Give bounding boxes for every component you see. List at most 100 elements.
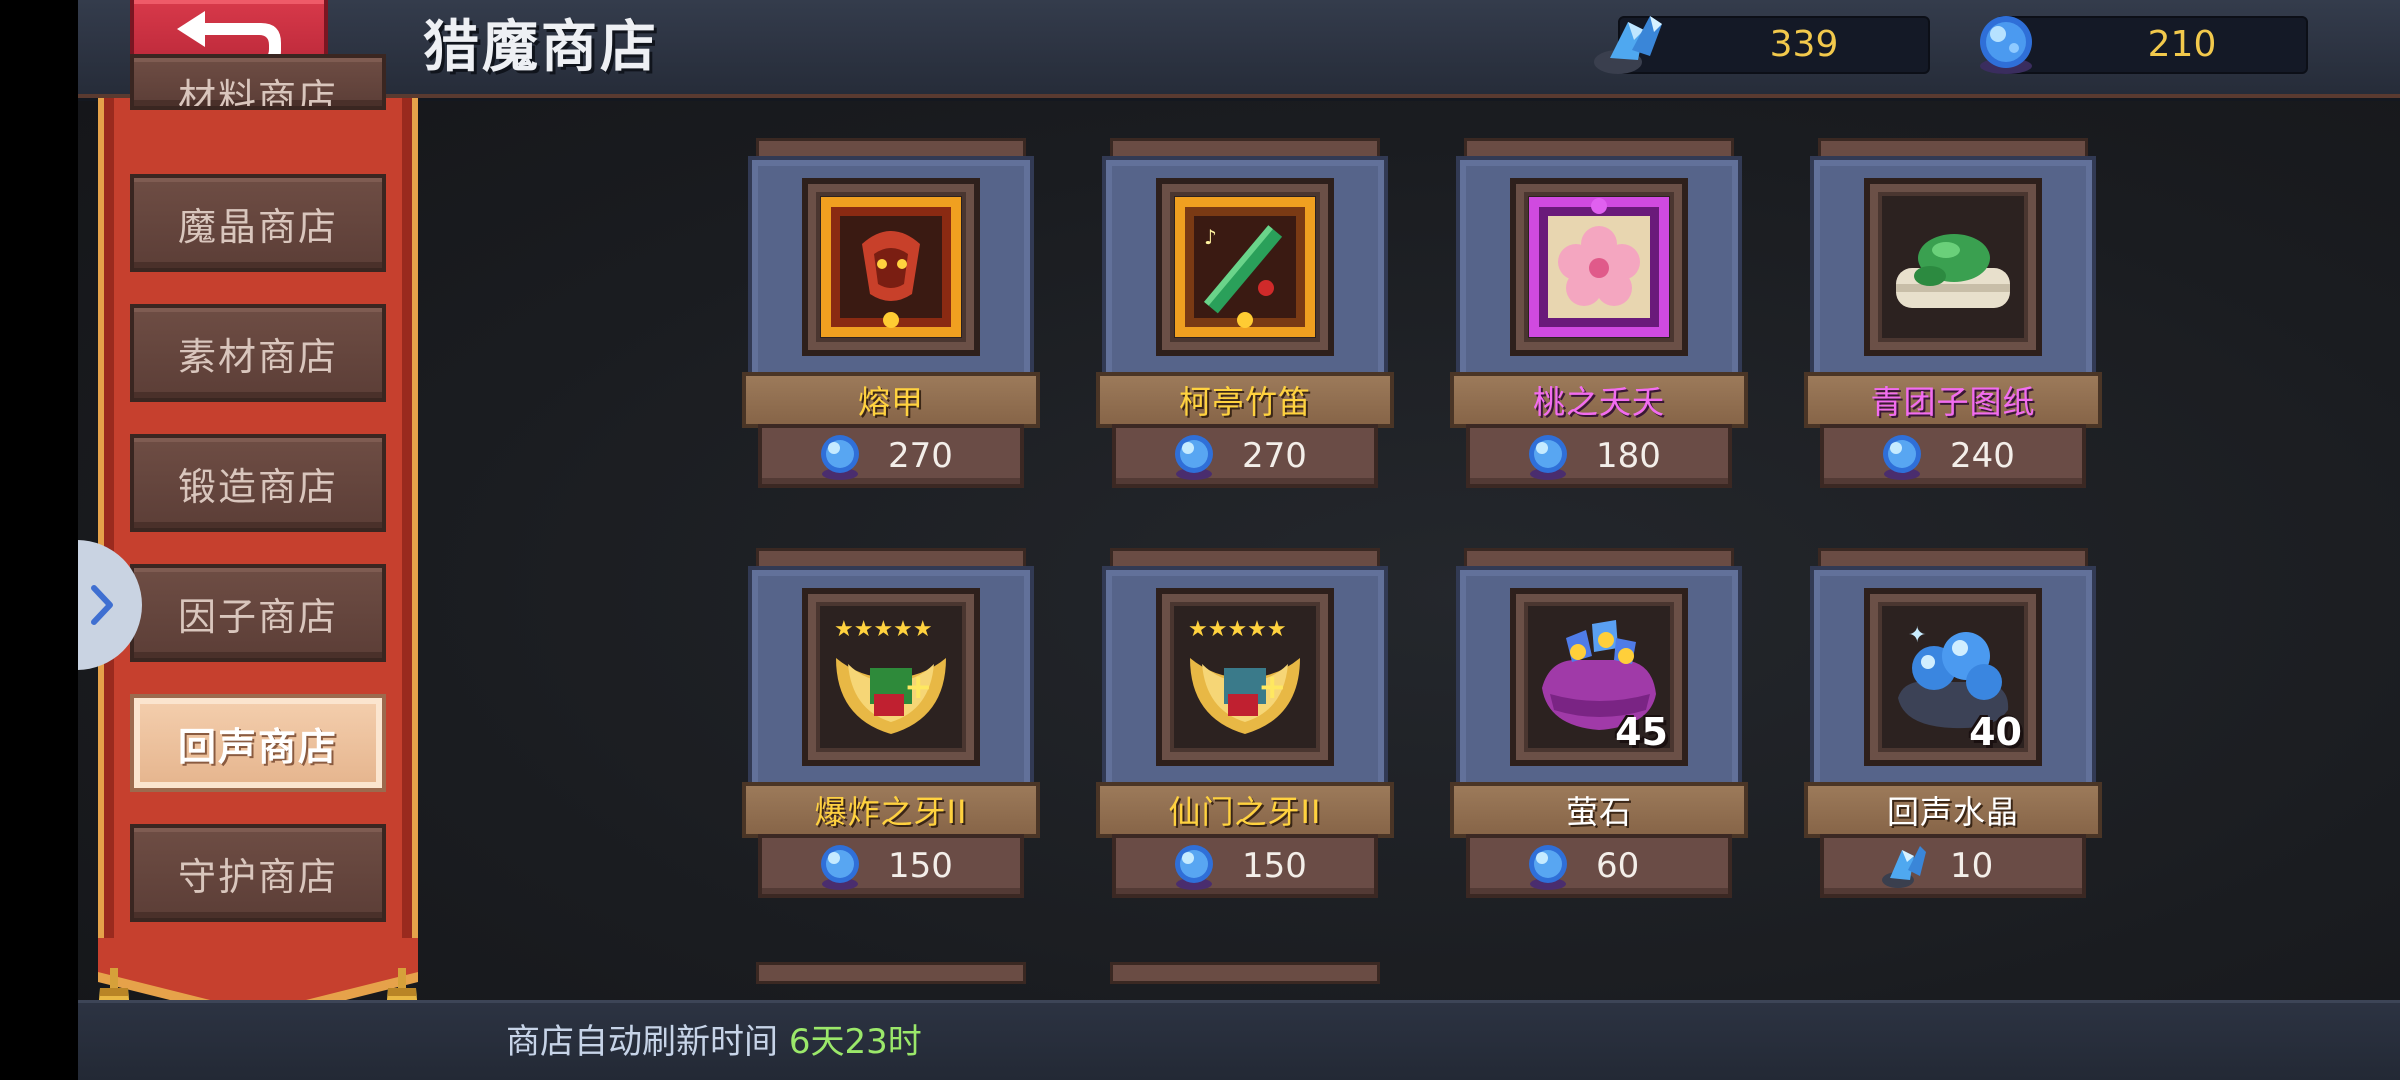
shop-item-card[interactable]: 桃之夭夭 180	[1450, 138, 1748, 498]
buy-button[interactable]: 240	[1820, 424, 2086, 488]
blue-orb-icon	[1529, 845, 1567, 890]
blue-orb-icon	[821, 845, 859, 890]
menu-item-guardian-shop[interactable]: 守护商店	[130, 824, 386, 922]
explosion-fang-badge-icon: ★★★★★ +	[834, 617, 946, 734]
bamboo-flute-icon: ♪	[1175, 197, 1315, 337]
menu-item-material-shop[interactable]: 素材商店	[130, 304, 386, 402]
blue-crystal-icon	[1882, 846, 1926, 888]
item-name-bar: 仙门之牙II	[1096, 782, 1394, 838]
next-row-card-cap	[756, 962, 1026, 984]
item-name-bar: 萤石	[1450, 782, 1748, 838]
shop-item-card[interactable]: 熔甲 270	[742, 138, 1040, 498]
shop-item-card[interactable]: 青团子图纸 240	[1804, 138, 2102, 498]
item-frame: ♪	[1156, 178, 1334, 356]
item-price: 240	[1950, 436, 2015, 476]
item-price: 150	[1242, 846, 1307, 886]
item-name-bar: 爆炸之牙II	[742, 782, 1040, 838]
svg-text:♪: ♪	[1204, 225, 1217, 249]
blue-crystal-icon	[1594, 16, 1662, 74]
item-quantity: 40	[1969, 710, 2022, 754]
green-dumpling-scroll-icon	[1896, 234, 2010, 308]
shop-item-card[interactable]: 45 萤石 60	[1450, 548, 1748, 908]
item-frame: 45	[1510, 588, 1688, 766]
top-bar: 猎魔商店 339 210	[78, 0, 2400, 98]
svg-text:★★★★★: ★★★★★	[1188, 617, 1287, 642]
page-title: 猎魔商店	[423, 15, 659, 80]
immortal-gate-fang-badge-icon: ★★★★★ +	[1188, 617, 1300, 734]
menu-item-label: 材料商店	[177, 76, 338, 110]
buy-button[interactable]: 150	[1112, 834, 1378, 898]
menu-item-label: 魔晶商店	[177, 204, 338, 249]
next-row-card-cap	[1110, 962, 1380, 984]
peach-blossom-icon	[1529, 197, 1669, 337]
blue-orb-icon	[1529, 435, 1567, 480]
buy-button[interactable]: 10	[1820, 834, 2086, 898]
item-name: 熔甲	[857, 383, 924, 421]
item-name: 萤石	[1565, 793, 1632, 831]
item-name: 青团子图纸	[1870, 383, 2036, 421]
blue-orb-icon	[821, 435, 859, 480]
svg-text:+: +	[1258, 667, 1287, 707]
menu-item-echo-shop[interactable]: 回声商店	[130, 694, 386, 792]
item-frame	[802, 178, 980, 356]
shop-item-card[interactable]: ✦ 40 回声水晶 10	[1804, 548, 2102, 908]
item-name-bar: 柯亭竹笛	[1096, 372, 1394, 428]
crystal-currency-counter: 339	[1594, 16, 1930, 74]
chevron-right-icon	[91, 585, 113, 625]
molten-armor-icon	[821, 197, 961, 337]
buy-button[interactable]: 180	[1466, 424, 1732, 488]
buy-button[interactable]: 270	[758, 424, 1024, 488]
menu-item-materials[interactable]: 材料商店	[130, 54, 386, 110]
menu-item-magic-crystal-shop[interactable]: 魔晶商店	[130, 174, 386, 272]
orb-currency-counter: 210	[1980, 16, 2308, 74]
item-quantity: 45	[1615, 710, 1668, 754]
menu-item-factor-shop[interactable]: 因子商店	[130, 564, 386, 662]
item-price: 60	[1596, 846, 1640, 886]
bottom-bar: 商店自动刷新时间 6天23时	[78, 1000, 2400, 1080]
item-name: 柯亭竹笛	[1178, 383, 1311, 421]
blue-orb-icon	[1175, 845, 1213, 890]
buy-button[interactable]: 150	[758, 834, 1024, 898]
buy-button[interactable]: 270	[1112, 424, 1378, 488]
item-name-bar: 熔甲	[742, 372, 1040, 428]
menu-item-label: 锻造商店	[177, 464, 338, 509]
shop-item-card[interactable]: ★★★★★ + 仙门之牙II 150	[1096, 548, 1394, 908]
item-price: 270	[888, 436, 953, 476]
svg-text:+: +	[904, 667, 933, 707]
refresh-label: 商店自动刷新时间	[506, 1022, 778, 1062]
item-price: 10	[1950, 846, 1994, 886]
item-name: 爆炸之牙II	[814, 793, 968, 831]
menu-item-label: 守护商店	[177, 854, 338, 899]
item-frame: ✦ 40	[1864, 588, 2042, 766]
blue-orb-icon	[1883, 435, 1921, 480]
item-name: 仙门之牙II	[1168, 793, 1322, 831]
menu-item-label: 回声商店	[177, 724, 338, 769]
item-frame: ★★★★★ +	[1156, 588, 1334, 766]
item-price: 150	[888, 846, 953, 886]
blue-orb-icon	[1980, 16, 2032, 74]
item-name: 桃之夭夭	[1532, 383, 1665, 421]
shop-item-card[interactable]: ♪ 柯亭竹笛 270	[1096, 138, 1394, 498]
menu-item-label: 素材商店	[177, 334, 338, 379]
screen: 猎魔商店 339 210 材料商店 魔晶商店 素材商店 锻造商店 因子商店 回声…	[0, 0, 2400, 1080]
item-price: 180	[1596, 436, 1661, 476]
item-name: 回声水晶	[1886, 793, 2019, 831]
menu-item-forge-shop[interactable]: 锻造商店	[130, 434, 386, 532]
item-name-bar: 青团子图纸	[1804, 372, 2102, 428]
item-frame: ★★★★★ +	[802, 588, 980, 766]
svg-text:★★★★★: ★★★★★	[834, 617, 933, 642]
item-name-bar: 回声水晶	[1804, 782, 2102, 838]
shop-item-card[interactable]: ★★★★★ + 爆炸之牙II 150	[742, 548, 1040, 908]
menu-item-label: 因子商店	[177, 594, 338, 639]
item-frame	[1510, 178, 1688, 356]
refresh-time: 6天23时	[788, 1022, 922, 1062]
item-frame	[1864, 178, 2042, 356]
orb-count: 210	[2147, 24, 2217, 65]
buy-button[interactable]: 60	[1466, 834, 1732, 898]
refresh-timer: 商店自动刷新时间 6天23时	[506, 1017, 922, 1067]
blue-orb-icon	[1175, 435, 1213, 480]
item-price: 270	[1242, 436, 1307, 476]
shop-category-banner: 材料商店 魔晶商店 素材商店 锻造商店 因子商店 回声商店 守护商店	[96, 54, 420, 1034]
svg-text:✦: ✦	[1908, 623, 1926, 648]
game-viewport: 猎魔商店 339 210 材料商店 魔晶商店 素材商店 锻造商店 因子商店 回声…	[78, 0, 2400, 1080]
